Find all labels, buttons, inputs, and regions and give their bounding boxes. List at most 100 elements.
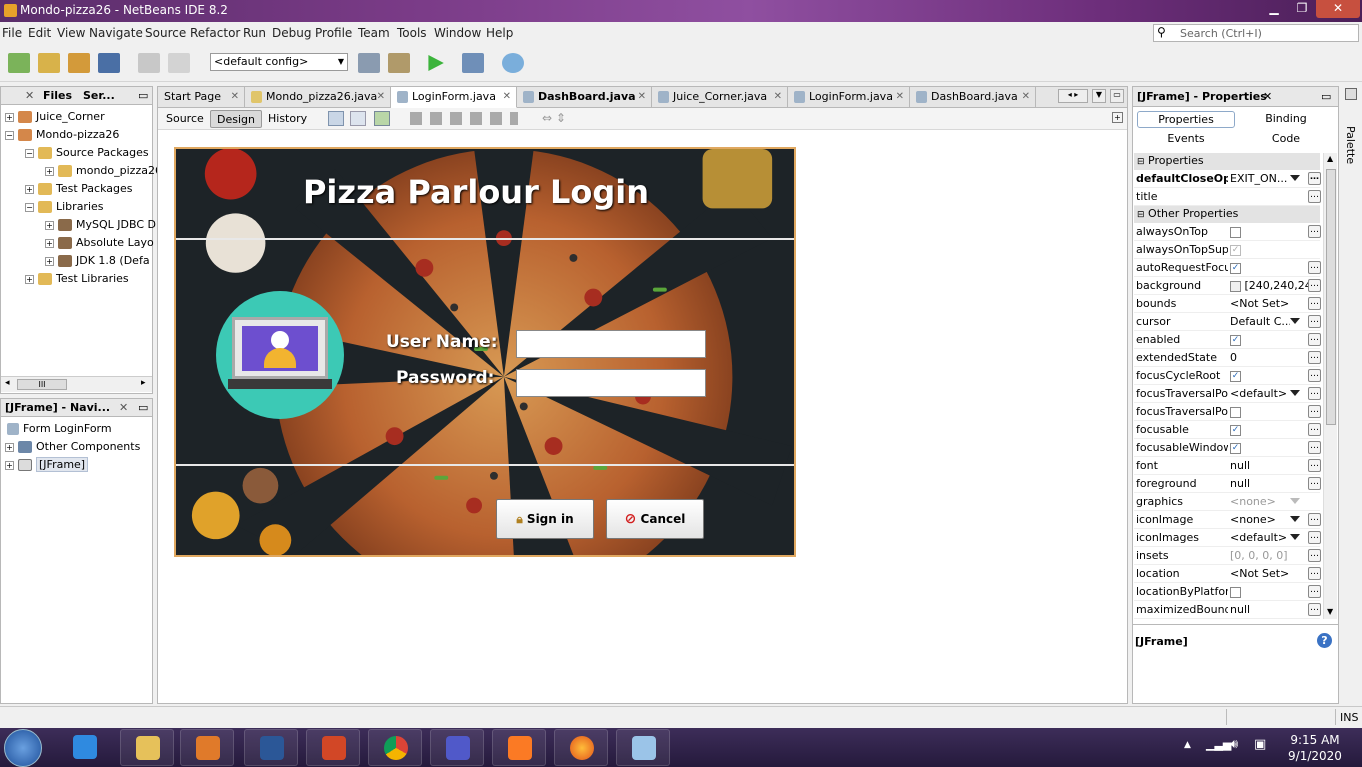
- action-center-icon[interactable]: ▣: [1254, 737, 1266, 752]
- ellipsis-button[interactable]: …: [1308, 423, 1321, 436]
- search-box[interactable]: ⚲ Search (Ctrl+I): [1153, 24, 1359, 42]
- prop-value[interactable]: null: [1230, 459, 1310, 472]
- ellipsis-button[interactable]: …: [1308, 477, 1321, 490]
- menu-profile[interactable]: Profile: [315, 26, 352, 40]
- prop-row-locationbyplatform[interactable]: locationByPlatform…: [1134, 583, 1321, 601]
- tree-item-mondo-pizza26-pkg[interactable]: + mondo_pizza26: [45, 164, 162, 177]
- scroll-left-icon[interactable]: ◂: [5, 378, 10, 388]
- ellipsis-button[interactable]: …: [1308, 513, 1321, 526]
- menu-file[interactable]: File: [2, 26, 22, 40]
- tab-binding[interactable]: Binding: [1237, 111, 1335, 128]
- save-all-icon[interactable]: [98, 53, 120, 73]
- tree-item-test-libraries[interactable]: + Test Libraries: [25, 272, 129, 285]
- design-view-button[interactable]: Design: [210, 110, 262, 128]
- prop-row-enabled[interactable]: enabled ✓…: [1134, 331, 1321, 349]
- ellipsis-button[interactable]: …: [1308, 405, 1321, 418]
- prop-row-title[interactable]: title…: [1134, 188, 1321, 206]
- taskbar-chrome[interactable]: [368, 729, 422, 766]
- menu-refactor[interactable]: Refactor: [190, 26, 240, 40]
- clock[interactable]: 9:15 AM 9/1/2020: [1280, 732, 1350, 764]
- tree-item-other-components[interactable]: + Other Components: [5, 440, 140, 453]
- maximize-button[interactable]: ❐: [1288, 0, 1316, 18]
- prop-row-extendedstate[interactable]: extendedState 0…: [1134, 349, 1321, 367]
- scroll-up-icon[interactable]: ▲: [1327, 154, 1333, 163]
- clean-build-icon[interactable]: [388, 53, 410, 73]
- ellipsis-button[interactable]: …: [1308, 279, 1321, 292]
- tree-item-jframe[interactable]: + [JFrame]: [5, 457, 89, 472]
- username-field[interactable]: [516, 330, 706, 358]
- checkbox-checked[interactable]: ✓: [1230, 442, 1241, 454]
- dropdown-arrow-icon[interactable]: [1290, 175, 1300, 181]
- taskbar-netbeans[interactable]: [616, 729, 670, 766]
- prop-row-focustraversalpolicyprovider[interactable]: focusTraversalPoli…: [1134, 403, 1321, 421]
- close-icon[interactable]: ✕: [1263, 90, 1272, 103]
- ellipsis-button[interactable]: …: [1308, 351, 1321, 364]
- ellipsis-button[interactable]: …: [1308, 225, 1321, 238]
- dropdown-arrow-icon[interactable]: [1290, 318, 1300, 324]
- prop-value[interactable]: null: [1230, 477, 1310, 490]
- new-file-icon[interactable]: [8, 53, 30, 73]
- prop-row-cursor[interactable]: cursor Default C...…: [1134, 313, 1321, 331]
- checkbox[interactable]: [1230, 586, 1241, 598]
- ellipsis-button[interactable]: …: [1308, 190, 1321, 203]
- close-icon[interactable]: ✕: [896, 91, 904, 102]
- tab-list-icon[interactable]: ▼: [1092, 89, 1106, 103]
- prop-row-background[interactable]: background [240,240,24…: [1134, 277, 1321, 295]
- history-view-button[interactable]: History: [262, 110, 313, 128]
- minimize-panel-icon[interactable]: ▭: [138, 89, 148, 102]
- selection-mode-icon[interactable]: [328, 111, 344, 126]
- prop-row-insets[interactable]: insets [0, 0, 0, 0]…: [1134, 547, 1321, 565]
- ellipsis-button[interactable]: …: [1308, 315, 1321, 328]
- cancel-button[interactable]: ⊘ Cancel: [606, 499, 704, 539]
- close-icon[interactable]: ✕: [774, 91, 782, 102]
- minimize-panel-icon[interactable]: ▭: [1321, 90, 1331, 103]
- prop-value[interactable]: <default>: [1230, 531, 1290, 544]
- run-icon[interactable]: [428, 55, 444, 71]
- align-tools-icon[interactable]: [410, 112, 518, 125]
- menu-tools[interactable]: Tools: [397, 26, 427, 40]
- ellipsis-button[interactable]: …: [1308, 459, 1321, 472]
- menu-source[interactable]: Source: [145, 26, 186, 40]
- network-icon[interactable]: ▁▃▅: [1206, 738, 1231, 751]
- checkbox[interactable]: [1230, 406, 1241, 418]
- taskbar-ie[interactable]: [58, 729, 112, 766]
- prop-value[interactable]: <Not Set>: [1230, 297, 1310, 310]
- tab-loginform-java-2[interactable]: LoginForm.java ✕: [788, 87, 910, 108]
- ellipsis-button[interactable]: …: [1308, 549, 1321, 562]
- tab-services[interactable]: Ser...: [83, 89, 115, 102]
- checkbox-checked[interactable]: ✓: [1230, 370, 1241, 382]
- tab-juice-corner-java[interactable]: Juice_Corner.java ✕: [652, 87, 788, 108]
- build-hammer-icon[interactable]: [358, 53, 380, 73]
- menu-window[interactable]: Window: [434, 26, 481, 40]
- ellipsis-button[interactable]: …: [1308, 531, 1321, 544]
- ellipsis-button[interactable]: …: [1308, 172, 1321, 185]
- tree-item-form-loginform[interactable]: Form LoginForm: [7, 422, 112, 435]
- show-hidden-icons[interactable]: ▲: [1184, 740, 1191, 750]
- prop-row-location[interactable]: location <Not Set>…: [1134, 565, 1321, 583]
- tab-events[interactable]: Events: [1137, 131, 1235, 148]
- minimize-panel-icon[interactable]: ▭: [138, 401, 148, 414]
- tab-mondo-pizza26-java[interactable]: Mondo_pizza26.java ✕: [245, 87, 391, 108]
- palette-tab[interactable]: Palette: [1344, 126, 1357, 164]
- minimize-button[interactable]: ▁: [1260, 0, 1288, 18]
- tree-item-mondo-pizza26[interactable]: − Mondo-pizza26: [5, 128, 119, 141]
- checkbox-checked[interactable]: ✓: [1230, 334, 1241, 346]
- prop-value[interactable]: Default C...: [1230, 315, 1290, 328]
- properties-scrollbar[interactable]: ▲ ▼: [1323, 153, 1337, 619]
- preview-design-icon[interactable]: [374, 111, 390, 126]
- tree-item-absolute-layout[interactable]: + Absolute Layo: [45, 236, 154, 249]
- close-icon[interactable]: ✕: [503, 91, 511, 102]
- dropdown-arrow-icon[interactable]: [1290, 516, 1300, 522]
- sign-in-button[interactable]: 🔒︎ Sign in: [496, 499, 594, 539]
- tree-item-test-packages[interactable]: + Test Packages: [25, 182, 132, 195]
- close-icon[interactable]: ✕: [638, 91, 646, 102]
- ellipsis-button[interactable]: …: [1308, 297, 1321, 310]
- menu-team[interactable]: Team: [358, 26, 390, 40]
- new-project-icon[interactable]: [38, 53, 60, 73]
- dropdown-arrow-icon[interactable]: [1290, 534, 1300, 540]
- prop-row-maximizedbounds[interactable]: maximizedBounds null…: [1134, 601, 1321, 619]
- config-select[interactable]: <default config> ▼: [210, 53, 348, 71]
- password-field[interactable]: [516, 369, 706, 397]
- prop-value[interactable]: <none>: [1230, 513, 1290, 526]
- help-icon[interactable]: ?: [1317, 633, 1332, 648]
